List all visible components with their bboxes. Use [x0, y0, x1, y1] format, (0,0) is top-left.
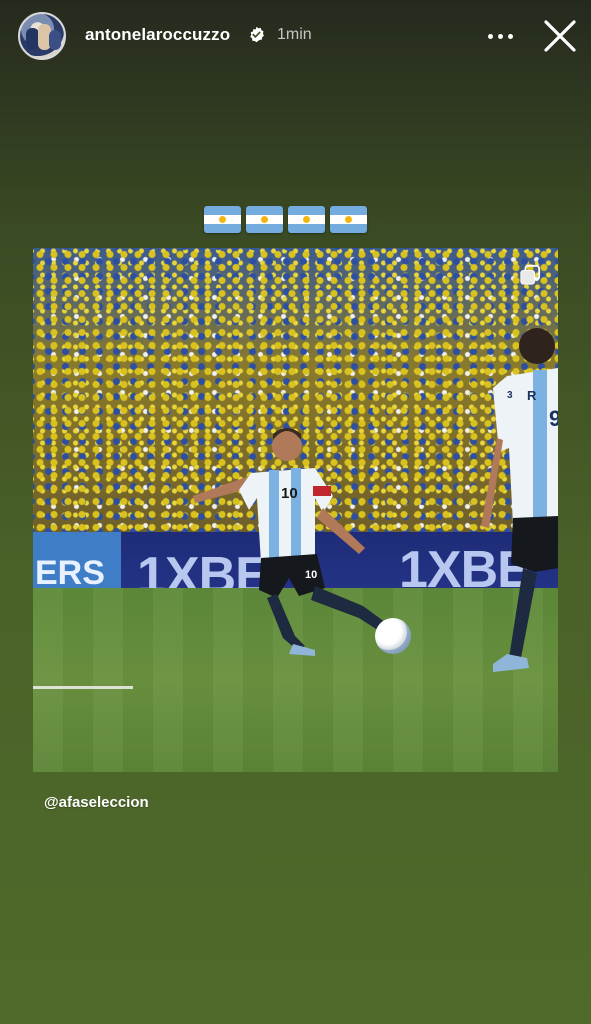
username[interactable]: antonelaroccuzzo	[85, 25, 230, 45]
more-options-icon	[508, 34, 513, 39]
argentina-flag-icon	[204, 206, 241, 233]
more-options-icon	[488, 34, 493, 39]
jersey-number: 9	[549, 406, 558, 431]
more-options-icon	[498, 34, 503, 39]
football	[375, 618, 411, 654]
avatar-figure	[49, 30, 61, 50]
jersey-name: R	[527, 388, 537, 403]
jersey-number: 10	[281, 485, 298, 502]
post-timestamp: 1min	[277, 26, 312, 43]
shared-post-image[interactable]: ERS 1XBE 1XBE 10 10 R 9 3	[33, 248, 558, 772]
argentina-flag-icon	[330, 206, 367, 233]
player-standing: R 9 3	[481, 328, 558, 672]
verified-badge-icon	[250, 26, 264, 43]
shorts-number: 10	[305, 569, 317, 581]
mention-tag[interactable]: @afaseleccion	[44, 794, 149, 811]
pitch-marking	[33, 686, 133, 689]
close-icon[interactable]	[541, 17, 579, 55]
sleeve-number: 3	[507, 390, 513, 401]
argentina-flag-icon	[246, 206, 283, 233]
more-options-button[interactable]	[484, 22, 516, 50]
argentina-flag-icon	[288, 206, 325, 233]
argentina-flags-sticker	[204, 206, 368, 234]
story-header: antonelaroccuzzo 1min	[0, 0, 591, 72]
carousel-icon	[520, 264, 541, 285]
profile-avatar[interactable]	[18, 12, 66, 60]
